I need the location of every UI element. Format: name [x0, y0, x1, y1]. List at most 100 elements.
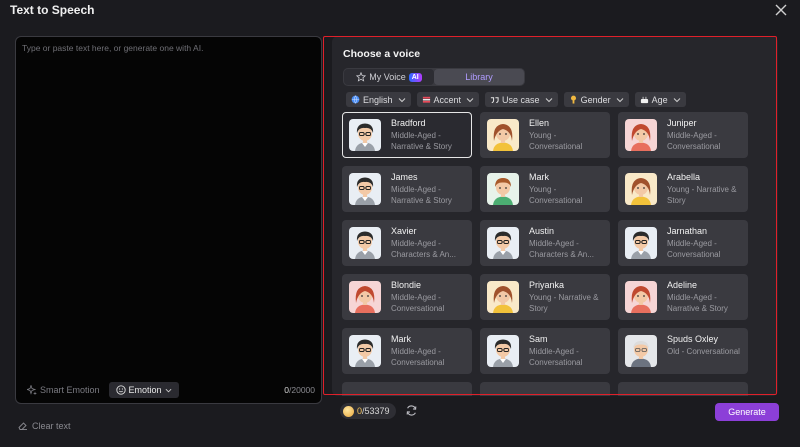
tab-my-voice[interactable]: My Voice AI	[344, 69, 434, 85]
voice-avatar	[349, 281, 381, 313]
title-bar: Text to Speech	[0, 0, 800, 20]
voice-grid: Bradford Middle-Aged - Narrative & Story E…	[342, 112, 762, 396]
gender-icon	[570, 95, 576, 104]
voice-description: Young - Conversational	[529, 131, 583, 151]
voice-name: Juniper	[667, 118, 697, 128]
voice-description: Young - Narrative & Story	[529, 293, 599, 313]
filter-language[interactable]: English	[346, 92, 411, 107]
accent-icon	[422, 96, 430, 103]
voice-name: Ellen	[529, 118, 550, 128]
quote-icon	[490, 97, 499, 104]
voice-card[interactable]	[342, 382, 472, 396]
voice-card[interactable]: Blondie Middle-Aged - Conversational	[342, 274, 472, 320]
voice-source-tabs: My Voice AI Library	[343, 68, 525, 86]
tab-library[interactable]: Library	[434, 69, 524, 85]
sparkle-icon	[27, 385, 37, 395]
voice-name: Blondie	[391, 280, 422, 290]
voice-card[interactable]: Xavier Middle-Aged - Characters & An...	[342, 220, 472, 266]
voice-filters: English Accent Use case Gender Age	[346, 92, 686, 107]
voice-description: Young - Narrative & Story	[667, 185, 737, 205]
chevron-down-icon	[165, 388, 171, 392]
voice-description: Middle-Aged - Conversational	[529, 347, 583, 367]
voice-name: Arabella	[667, 172, 701, 182]
smiley-icon	[115, 385, 126, 395]
voice-name: Adeline	[667, 280, 698, 290]
smart-emotion-button[interactable]: Smart Emotion	[24, 382, 103, 398]
voice-card[interactable]: Mark Young - Conversational	[480, 166, 610, 212]
voice-card[interactable]: Adeline Middle-Aged - Narrative & Story	[618, 274, 748, 320]
voice-description: Middle-Aged - Conversational	[391, 293, 445, 313]
credits-total: /53379	[362, 406, 390, 416]
star-icon	[356, 72, 367, 82]
age-icon	[640, 96, 648, 104]
filter-use-case[interactable]: Use case	[485, 92, 558, 107]
voice-description: Middle-Aged - Narrative & Story	[667, 293, 728, 313]
voice-description: Middle-Aged - Conversational	[667, 131, 721, 151]
window-title: Text to Speech	[10, 3, 95, 17]
voice-avatar	[487, 335, 519, 367]
chevron-down-icon	[673, 97, 680, 102]
ai-badge: AI	[408, 72, 422, 82]
voice-card[interactable]: Mark Middle-Aged - Conversational	[342, 328, 472, 374]
voice-name: Mark	[391, 334, 411, 344]
filter-gender[interactable]: Gender	[563, 92, 629, 107]
voice-card[interactable]: Jarnathan Middle-Aged - Conversational	[618, 220, 748, 266]
credits-text: 0/53379	[357, 406, 390, 416]
voice-card[interactable]	[618, 382, 748, 396]
voice-card[interactable]: Priyanka Young - Narrative & Story	[480, 274, 610, 320]
voice-description: Middle-Aged - Characters & An...	[391, 239, 456, 259]
filter-age-label: Age	[651, 94, 668, 105]
refresh-credits-button[interactable]	[405, 404, 418, 417]
clear-text-label: Clear text	[32, 420, 71, 431]
filter-accent-label: Accent	[433, 94, 462, 105]
voice-description: Middle-Aged - Conversational	[667, 239, 721, 259]
text-input[interactable]	[16, 37, 321, 377]
voice-card[interactable]: Sam Middle-Aged - Conversational	[480, 328, 610, 374]
editor-footer: Smart Emotion Emotion 0/20000	[24, 382, 315, 398]
filter-use-case-label: Use case	[502, 94, 540, 105]
voice-card[interactable]: Austin Middle-Aged - Characters & An...	[480, 220, 610, 266]
voice-card[interactable]	[480, 382, 610, 396]
voice-card[interactable]: Ellen Young - Conversational	[480, 112, 610, 158]
close-button[interactable]	[774, 3, 788, 17]
chevron-down-icon	[398, 97, 405, 102]
filter-age[interactable]: Age	[634, 92, 686, 107]
chevron-down-icon	[616, 97, 623, 102]
voice-description: Middle-Aged - Characters & An...	[529, 239, 594, 259]
char-max: /20000	[289, 385, 315, 395]
eraser-icon	[18, 422, 27, 430]
chevron-down-icon	[545, 97, 552, 102]
generate-button[interactable]: Generate	[715, 403, 779, 421]
close-icon	[775, 4, 787, 16]
voice-avatar	[625, 281, 657, 313]
clear-text-button[interactable]: Clear text	[17, 420, 71, 431]
voice-name: Mark	[529, 172, 549, 182]
voice-card[interactable]: Bradford Middle-Aged - Narrative & Story	[342, 112, 472, 158]
voice-name: Xavier	[391, 226, 417, 236]
voice-avatar	[487, 119, 519, 151]
emotion-label: Emotion	[128, 385, 162, 395]
voice-name: Austin	[529, 226, 555, 236]
refresh-icon	[406, 405, 417, 416]
voice-name: Bradford	[391, 118, 426, 128]
voice-card[interactable]: Juniper Middle-Aged - Conversational	[618, 112, 748, 158]
voice-avatar	[625, 227, 657, 259]
emotion-dropdown[interactable]: Emotion	[108, 382, 179, 398]
voice-avatar	[625, 119, 657, 151]
coin-icon	[343, 405, 354, 417]
voice-name: Priyanka	[529, 280, 565, 290]
smart-emotion-label: Smart Emotion	[40, 385, 100, 395]
voice-description: Middle-Aged - Narrative & Story	[391, 131, 452, 151]
filter-accent[interactable]: Accent	[416, 92, 480, 107]
voice-description: Middle-Aged - Conversational	[391, 347, 445, 367]
voice-avatar	[349, 173, 381, 205]
voice-card[interactable]: Arabella Young - Narrative & Story	[618, 166, 748, 212]
voice-card[interactable]: Spuds Oxley Old - Conversational	[618, 328, 748, 374]
voice-avatar	[625, 173, 657, 205]
voice-description: Young - Conversational	[529, 185, 583, 205]
voice-card[interactable]: James Middle-Aged - Narrative & Story	[342, 166, 472, 212]
voice-avatar	[487, 227, 519, 259]
voice-panel-heading: Choose a voice	[343, 48, 421, 60]
voice-name: Jarnathan	[667, 226, 708, 236]
voice-description: Middle-Aged - Narrative & Story	[391, 185, 452, 205]
